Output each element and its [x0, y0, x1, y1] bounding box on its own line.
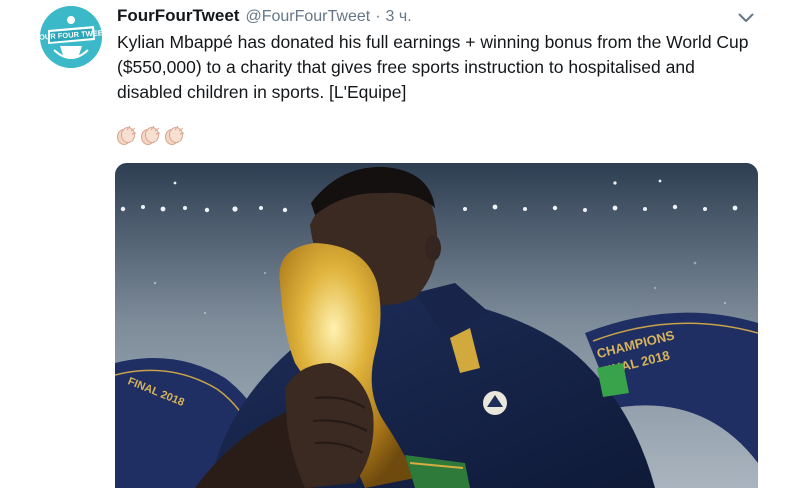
emoji-row	[115, 124, 185, 146]
author-handle[interactable]: @FourFourTweet	[245, 8, 370, 26]
avatar-logo-icon: FOUR FOUR TWEET	[40, 6, 102, 68]
avatar[interactable]: FOUR FOUR TWEET	[40, 6, 102, 68]
tweet-menu-button[interactable]	[736, 10, 756, 26]
tweet-timestamp[interactable]: 3 ч.	[386, 8, 412, 26]
separator-dot: ·	[375, 8, 381, 25]
photo-player-kissing-trophy: FINAL 2018 CHAMPIONS FINAL 2018	[115, 163, 758, 488]
tweet-text: Kylian Mbappé has donated his full earni…	[117, 32, 749, 102]
author-display-name[interactable]: FourFourTweet	[117, 6, 239, 26]
tweet[interactable]: FOUR FOUR TWEET FourFourTweet @FourFourT…	[0, 0, 800, 488]
chevron-down-icon	[738, 13, 754, 22]
tweet-media-photo[interactable]: FINAL 2018 CHAMPIONS FINAL 2018	[115, 163, 758, 488]
clapping-hands-icon	[141, 125, 161, 145]
clapping-hands-icon	[165, 125, 185, 145]
clapping-hands-icon	[117, 125, 137, 145]
tweet-header: FourFourTweet @FourFourTweet · 3 ч.	[117, 6, 412, 30]
